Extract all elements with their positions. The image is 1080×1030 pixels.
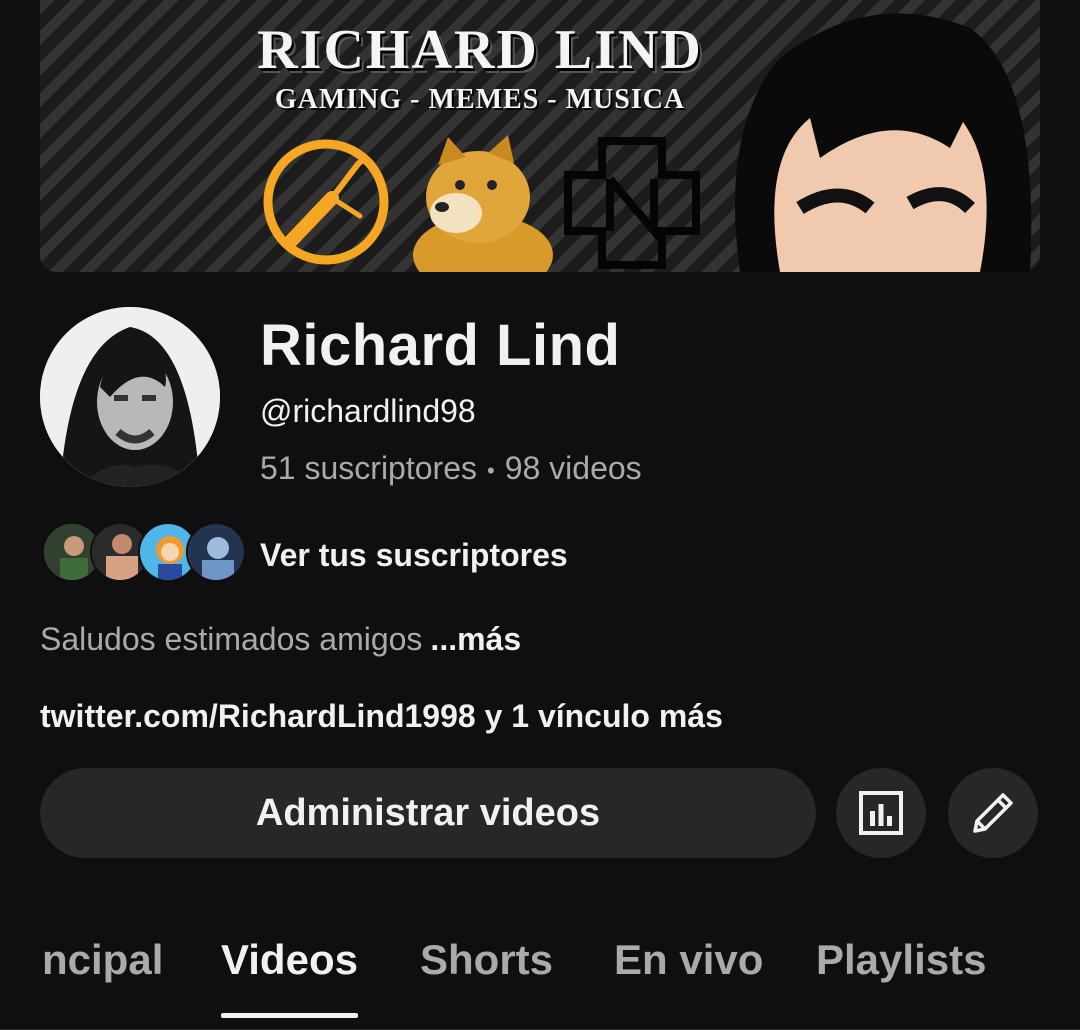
rammstein-logo-icon — [564, 137, 700, 269]
description-text: Saludos estimados amigos — [40, 621, 423, 657]
analytics-button[interactable] — [836, 768, 926, 858]
tab-playlists[interactable]: Playlists — [816, 936, 986, 984]
see-subscribers-link[interactable]: Ver tus suscriptores — [260, 537, 568, 574]
description-more-link[interactable]: ...más — [430, 621, 521, 657]
channel-tabs: ncipal Videos Shorts En vivo Playlists — [0, 920, 1080, 1030]
video-count: 98 videos — [504, 450, 642, 486]
tab-videos[interactable]: Videos — [221, 936, 358, 984]
tab-principal[interactable]: ncipal — [42, 936, 163, 984]
channel-links[interactable]: twitter.com/RichardLind1998 y 1 vínculo … — [40, 698, 723, 735]
banner-face-image — [735, 13, 1032, 272]
channel-name: Richard Lind — [260, 313, 621, 378]
channel-banner: RICHARD LIND GAMING - MEMES - MUSICA — [40, 0, 1040, 272]
tab-shorts[interactable]: Shorts — [420, 936, 553, 984]
avatar-photo-image — [40, 307, 220, 487]
active-tab-indicator — [221, 1013, 358, 1018]
subscriber-avatar — [186, 522, 246, 582]
cheems-doge-image — [413, 135, 553, 272]
channel-description[interactable]: Saludos estimados amigos ...más — [40, 621, 521, 658]
tab-live[interactable]: En vivo — [614, 936, 763, 984]
channel-avatar[interactable] — [40, 307, 220, 487]
subscriber-avatars[interactable] — [42, 522, 246, 582]
stats-separator: • — [486, 457, 495, 483]
channel-stats: 51 suscriptores • 98 videos — [260, 450, 642, 487]
channel-handle: @richardlind98 — [260, 393, 476, 429]
half-life-logo-icon — [263, 139, 389, 265]
edit-channel-button[interactable] — [948, 768, 1038, 858]
pencil-icon — [973, 793, 1013, 833]
manage-videos-button[interactable]: Administrar videos — [40, 768, 816, 858]
analytics-icon — [859, 791, 903, 835]
subscriber-count: 51 suscriptores — [260, 450, 477, 486]
